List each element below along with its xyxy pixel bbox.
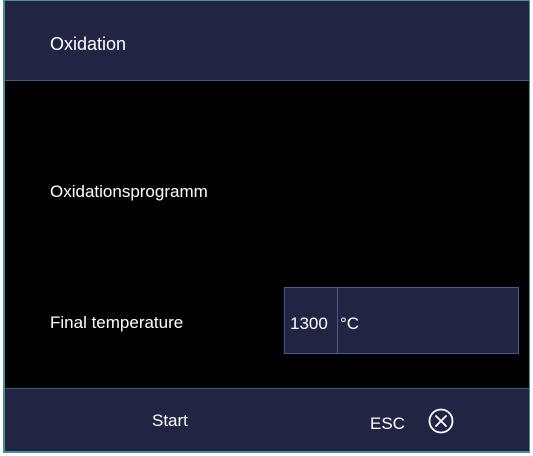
final-temperature-label: Final temperature [50, 313, 184, 332]
oxidation-dialog: Oxidation Oxidationsprogramm Final tempe… [3, 0, 530, 453]
circle-x-icon [428, 408, 454, 434]
start-button[interactable]: Start [115, 389, 235, 451]
field-divider [337, 288, 338, 353]
esc-button[interactable]: ESC [355, 389, 485, 451]
program-label: Oxidationsprogramm [50, 182, 208, 201]
temperature-unit: °C [340, 314, 360, 333]
dialog-title: Oxidation [50, 34, 127, 54]
final-temperature-field[interactable]: 1300 °C [284, 287, 519, 354]
final-temperature-value[interactable]: 1300 [290, 314, 328, 334]
start-button-label: Start [152, 411, 188, 430]
esc-button-label: ESC [370, 414, 405, 433]
footer-bar: Start ESC [5, 388, 529, 451]
title-bar: Oxidation [5, 1, 529, 81]
